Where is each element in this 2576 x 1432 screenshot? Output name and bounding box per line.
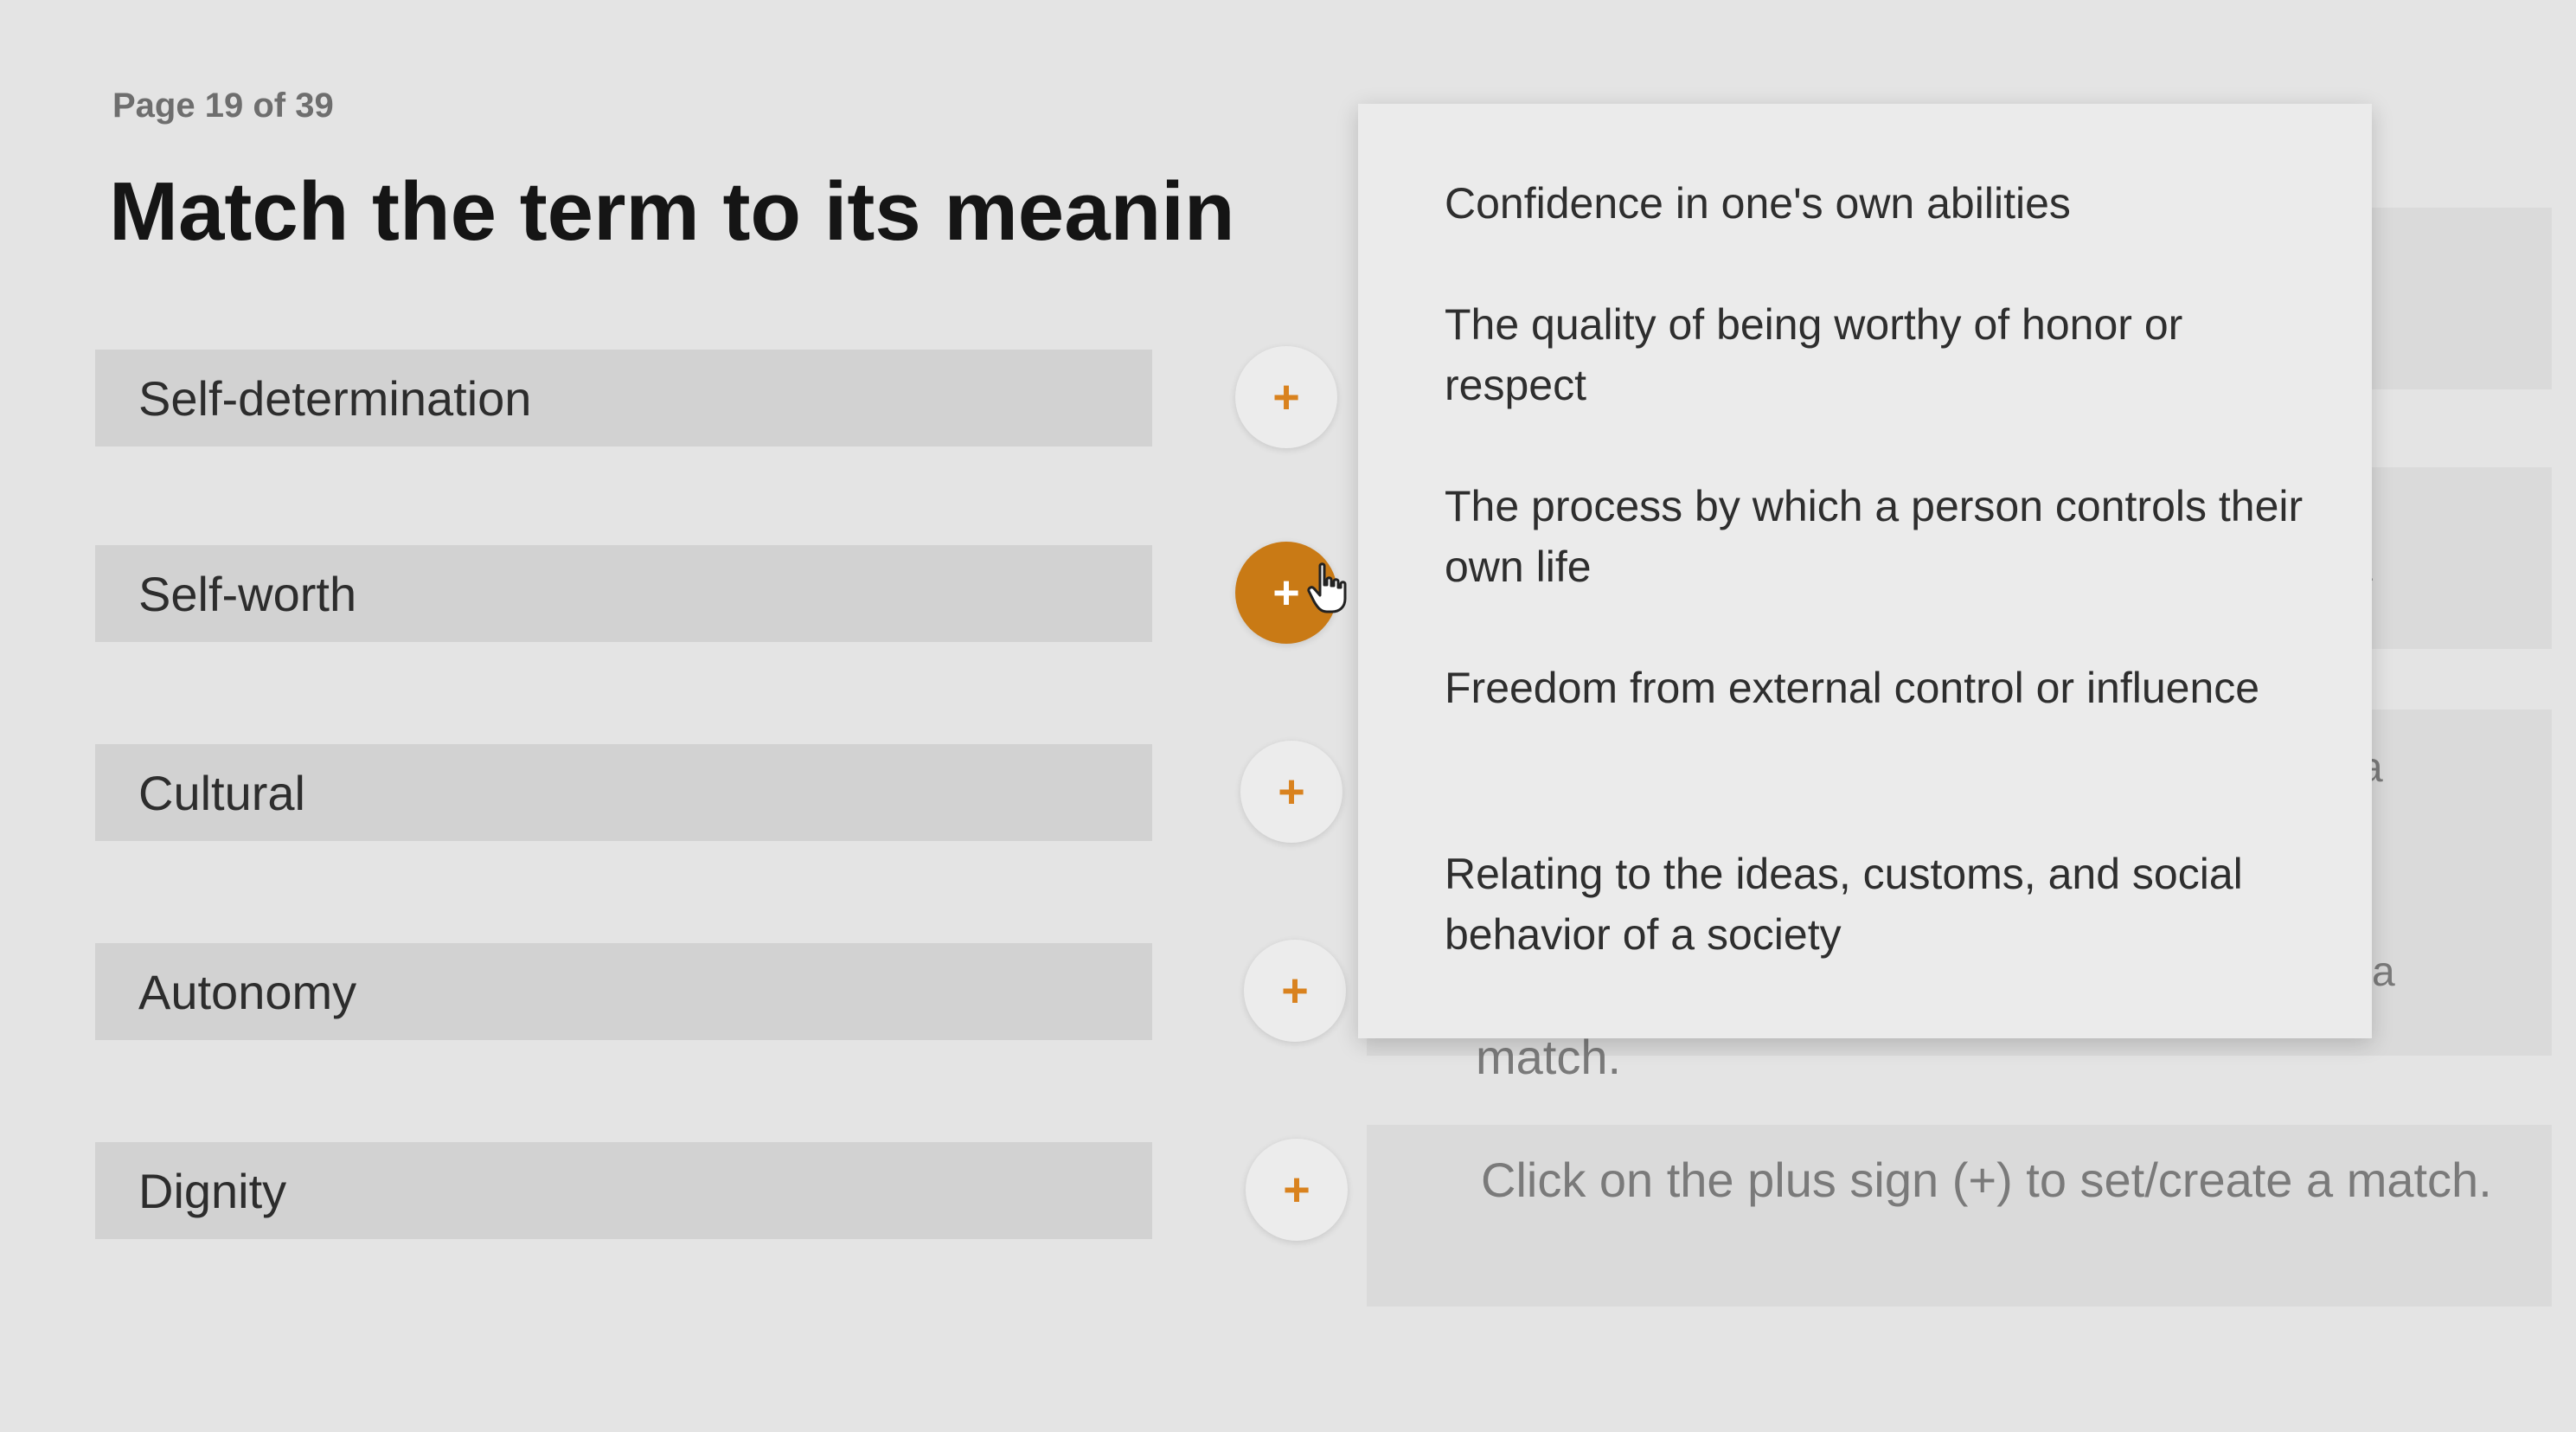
term-label: Cultural: [138, 765, 305, 820]
dropdown-option[interactable]: Relating to the ideas, customs, and soci…: [1445, 844, 2310, 965]
plus-icon: +: [1278, 766, 1305, 818]
instruction-text: Click on the plus sign (+) to set/create…: [1481, 1153, 2492, 1207]
hand-pointer-icon: [1307, 562, 1347, 613]
plus-icon: +: [1272, 371, 1300, 423]
add-match-button[interactable]: +: [1244, 940, 1346, 1042]
add-match-button[interactable]: +: [1235, 346, 1337, 448]
term-row: Self-worth: [95, 545, 1152, 642]
side-letter: a: [2372, 949, 2395, 995]
plus-icon: +: [1272, 567, 1300, 619]
dropdown-option[interactable]: Freedom from external control or influen…: [1445, 658, 2310, 718]
page-counter: Page 19 of 39: [112, 87, 334, 125]
term-label: Self-worth: [138, 566, 357, 621]
dropdown-option[interactable]: The process by which a person controls t…: [1445, 476, 2310, 597]
term-label: Self-determination: [138, 370, 532, 426]
term-row: Dignity: [95, 1142, 1152, 1239]
term-label: Autonomy: [138, 964, 357, 1019]
dropdown-option[interactable]: The quality of being worthy of honor or …: [1445, 294, 2310, 415]
dropdown-option[interactable]: Confidence in one's own abilities: [1445, 173, 2310, 234]
add-match-button[interactable]: +: [1240, 741, 1342, 843]
term-row: Autonomy: [95, 943, 1152, 1040]
term-row: Cultural: [95, 744, 1152, 841]
plus-icon: +: [1281, 965, 1309, 1017]
page-title: Match the term to its meanin: [109, 165, 1235, 258]
plus-icon: +: [1283, 1164, 1310, 1216]
term-label: Dignity: [138, 1163, 287, 1218]
add-match-button[interactable]: +: [1246, 1139, 1348, 1241]
term-row: Self-determination: [95, 350, 1152, 446]
meaning-dropdown: Confidence in one's own abilities The qu…: [1358, 104, 2372, 1038]
